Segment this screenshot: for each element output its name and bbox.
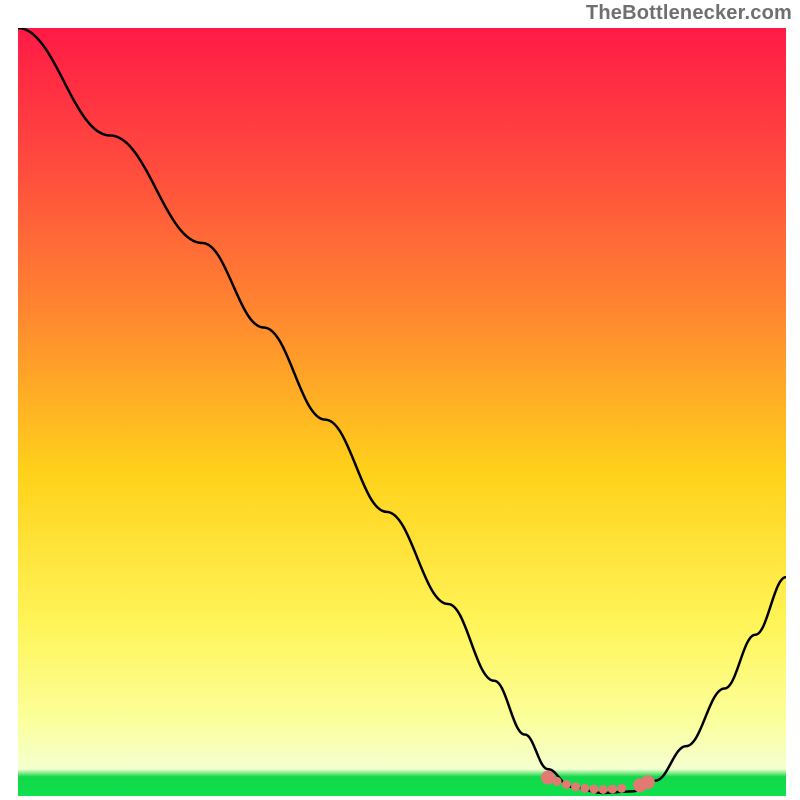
gradient-background	[18, 28, 786, 796]
marker-dot	[641, 775, 655, 789]
plot-area	[18, 28, 786, 796]
marker-dot	[562, 780, 571, 789]
marker-dot	[590, 785, 599, 794]
chart-stage: TheBottlenecker.com	[0, 0, 800, 800]
marker-dot	[617, 784, 626, 793]
marker-dot	[553, 777, 562, 786]
marker-dot	[599, 785, 608, 794]
marker-dot	[608, 785, 617, 794]
bottleneck-chart	[18, 28, 786, 796]
watermark-text: TheBottlenecker.com	[586, 2, 792, 25]
marker-dot	[571, 782, 580, 791]
marker-dot	[580, 784, 589, 793]
